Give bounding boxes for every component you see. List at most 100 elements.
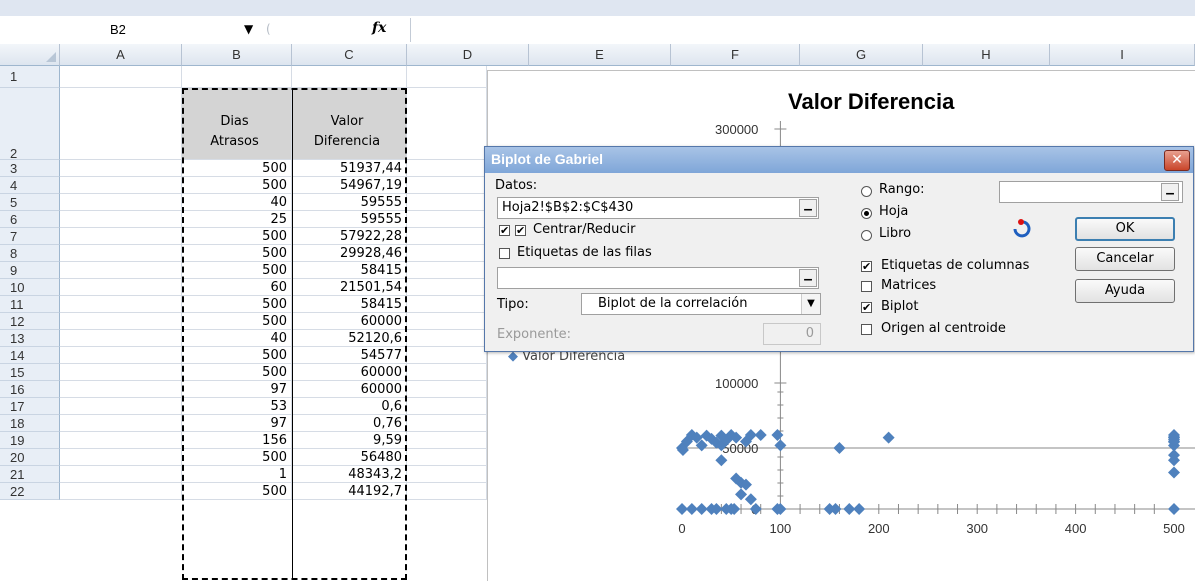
cell-b7[interactable]: 500	[182, 228, 292, 245]
column-header-c[interactable]: C	[292, 44, 407, 66]
etiq-filas-ref-button[interactable]: ▁	[799, 269, 817, 287]
row-header-1[interactable]: 1	[0, 66, 60, 88]
chevron-down-icon[interactable]: ▼	[801, 294, 820, 314]
column-header-a[interactable]: A	[60, 44, 182, 66]
row-header-6[interactable]: 6	[0, 211, 60, 228]
row-header-15[interactable]: 15	[0, 364, 60, 381]
cell-a20[interactable]	[60, 449, 182, 466]
cell-d7[interactable]	[407, 228, 487, 245]
biplot-checkbox[interactable]: ✔	[861, 302, 872, 313]
column-header-f[interactable]: F	[671, 44, 800, 66]
cell-c9[interactable]: 58415	[292, 262, 407, 279]
cell-b8[interactable]: 500	[182, 245, 292, 262]
cell-a19[interactable]	[60, 432, 182, 449]
cell-c19[interactable]: 9,59	[292, 432, 407, 449]
cell-a14[interactable]	[60, 347, 182, 364]
cell-c7[interactable]: 57922,28	[292, 228, 407, 245]
matrices-checkbox[interactable]	[861, 281, 872, 292]
name-box[interactable]	[0, 19, 262, 41]
column-header-i[interactable]: I	[1050, 44, 1195, 66]
cell-b3[interactable]: 500	[182, 160, 292, 177]
origen-checkbox[interactable]	[861, 324, 872, 335]
dialog-titlebar[interactable]: Biplot de Gabriel ✕	[485, 147, 1193, 173]
cell-d8[interactable]	[407, 245, 487, 262]
cell-a18[interactable]	[60, 415, 182, 432]
row-header-18[interactable]: 18	[0, 415, 60, 432]
cell-a12[interactable]	[60, 313, 182, 330]
cell-b1[interactable]	[182, 66, 292, 88]
row-header-13[interactable]: 13	[0, 330, 60, 347]
row-header-22[interactable]: 22	[0, 483, 60, 500]
row-header-8[interactable]: 8	[0, 245, 60, 262]
cell-d6[interactable]	[407, 211, 487, 228]
cell-d14[interactable]	[407, 347, 487, 364]
cell-a10[interactable]	[60, 279, 182, 296]
row-header-14[interactable]: 14	[0, 347, 60, 364]
row-header-7[interactable]: 7	[0, 228, 60, 245]
row-header-2[interactable]: 2	[0, 88, 60, 161]
cell-a21[interactable]	[60, 466, 182, 483]
etiq-filas-checkbox[interactable]	[499, 248, 510, 259]
column-header-e[interactable]: E	[529, 44, 671, 66]
cell-c2[interactable]: Valor Diferencia	[292, 88, 407, 160]
insert-function-icon[interactable]: fx	[372, 20, 386, 36]
cell-c18[interactable]: 0,76	[292, 415, 407, 432]
row-header-10[interactable]: 10	[0, 279, 60, 296]
libro-radio[interactable]	[861, 230, 872, 241]
column-header-d[interactable]: D	[407, 44, 529, 66]
cell-d3[interactable]	[407, 160, 487, 177]
column-header-b[interactable]: B	[182, 44, 292, 66]
select-all-corner[interactable]	[0, 44, 60, 66]
cell-b13[interactable]: 40	[182, 330, 292, 347]
cell-b19[interactable]: 156	[182, 432, 292, 449]
cell-a1[interactable]	[60, 66, 182, 88]
row-header-17[interactable]: 17	[0, 398, 60, 415]
cell-b17[interactable]: 53	[182, 398, 292, 415]
cell-b9[interactable]: 500	[182, 262, 292, 279]
cell-d12[interactable]	[407, 313, 487, 330]
cancel-formula-icon[interactable]: (	[266, 22, 271, 36]
cell-d22[interactable]	[407, 483, 487, 500]
checkbox-1[interactable]: ✔	[499, 225, 510, 236]
close-icon[interactable]: ✕	[1164, 150, 1190, 171]
tipo-select[interactable]: Biplot de la correlación ▼	[581, 293, 821, 315]
cell-d11[interactable]	[407, 296, 487, 313]
cell-d17[interactable]	[407, 398, 487, 415]
cell-d2[interactable]	[407, 88, 487, 160]
cell-b10[interactable]: 60	[182, 279, 292, 296]
cell-c10[interactable]: 21501,54	[292, 279, 407, 296]
cell-b12[interactable]: 500	[182, 313, 292, 330]
cell-d13[interactable]	[407, 330, 487, 347]
cell-d20[interactable]	[407, 449, 487, 466]
cell-b5[interactable]: 40	[182, 194, 292, 211]
rango-ref-button[interactable]: ▁	[1161, 183, 1179, 201]
cell-c16[interactable]: 60000	[292, 381, 407, 398]
cell-a17[interactable]	[60, 398, 182, 415]
cell-c22[interactable]: 44192,7	[292, 483, 407, 500]
refresh-icon[interactable]	[1007, 217, 1037, 241]
cell-b16[interactable]: 97	[182, 381, 292, 398]
centrar-checkbox[interactable]: ✔	[515, 225, 526, 236]
cell-a15[interactable]	[60, 364, 182, 381]
cell-a16[interactable]	[60, 381, 182, 398]
row-header-21[interactable]: 21	[0, 466, 60, 483]
cell-a13[interactable]	[60, 330, 182, 347]
cell-c5[interactable]: 59555	[292, 194, 407, 211]
cell-a6[interactable]	[60, 211, 182, 228]
cell-d1[interactable]	[407, 66, 487, 88]
cell-b20[interactable]: 500	[182, 449, 292, 466]
cell-b21[interactable]: 1	[182, 466, 292, 483]
cell-a7[interactable]	[60, 228, 182, 245]
row-header-3[interactable]: 3	[0, 160, 60, 177]
cell-d4[interactable]	[407, 177, 487, 194]
ok-button[interactable]: OK	[1075, 217, 1175, 241]
column-header-h[interactable]: H	[923, 44, 1050, 66]
cell-a5[interactable]	[60, 194, 182, 211]
cell-a3[interactable]	[60, 160, 182, 177]
cell-c3[interactable]: 51937,44	[292, 160, 407, 177]
cell-d5[interactable]	[407, 194, 487, 211]
cell-a4[interactable]	[60, 177, 182, 194]
rango-radio[interactable]	[861, 186, 872, 197]
row-header-16[interactable]: 16	[0, 381, 60, 398]
cell-b22[interactable]: 500	[182, 483, 292, 500]
